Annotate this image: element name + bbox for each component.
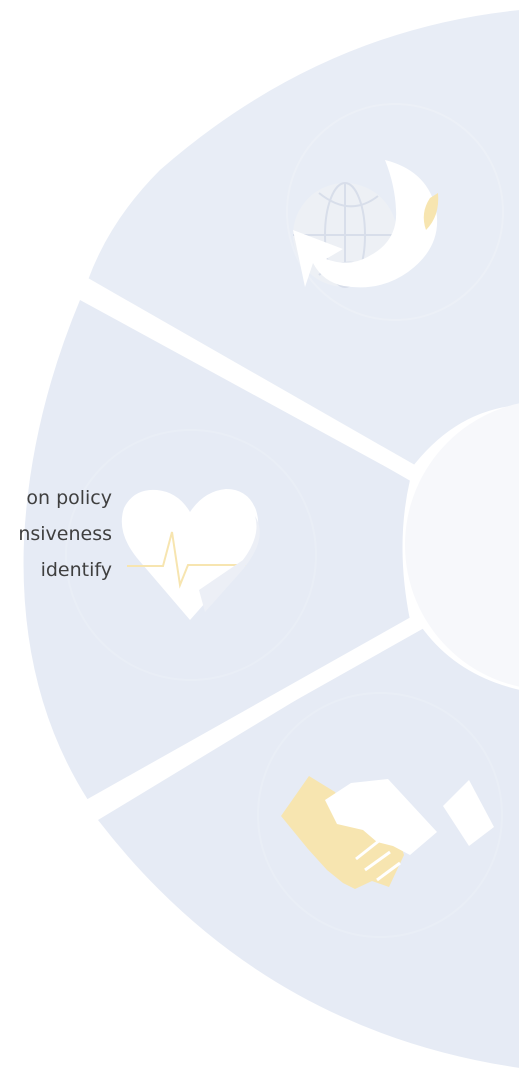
- text-line-3: identify: [40, 559, 112, 581]
- text-line-2: nsiveness: [18, 523, 112, 545]
- partial-text-block: on policy nsiveness identify: [18, 480, 112, 588]
- diagram-canvas: on policy nsiveness identify: [0, 0, 522, 1075]
- text-line-1: on policy: [26, 487, 112, 509]
